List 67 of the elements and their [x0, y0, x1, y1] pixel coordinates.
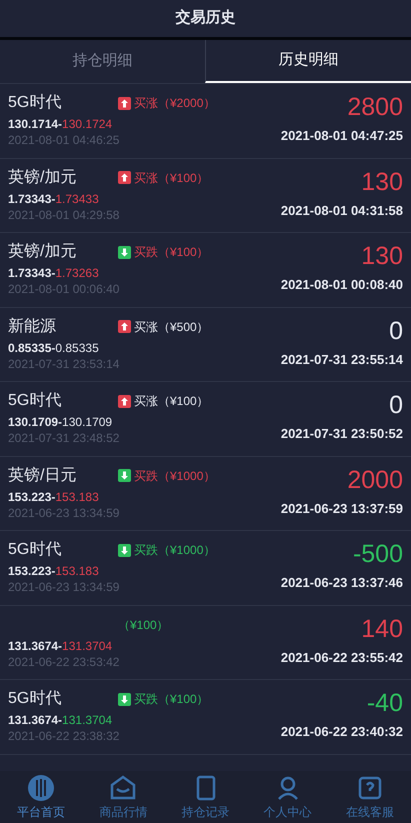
close-time: 2021-06-22 23:40:32	[280, 723, 403, 741]
profit-amount: -40	[366, 688, 403, 719]
product-name: 英镑/加元	[8, 243, 76, 260]
trade-row[interactable]: 英镑/日元 买跌（¥1000） 153.223-153.183 2021-06-23 13:34:59 2000 2021-06-23 13:37:59	[0, 456, 411, 531]
order-label: 买跌（¥1000）	[134, 542, 216, 559]
product-name: 新能源	[8, 318, 56, 334]
close-time: 2021-08-01 04:31:58	[280, 202, 403, 220]
close-time: 2021-08-01 00:08:40	[280, 276, 403, 294]
order-label: （¥100）	[118, 616, 169, 634]
profit-amount: 130	[361, 241, 403, 272]
close-time: 2021-06-23 13:37:46	[280, 574, 403, 592]
price-range: 131.3674-131.3704	[8, 712, 114, 728]
profit-amount: 2000	[347, 464, 403, 496]
open-time: 2021-06-23 13:34:59	[8, 504, 120, 520]
price-range: 131.3674-131.3704	[8, 638, 114, 654]
trade-row[interactable]: 5G时代 买跌（¥100） 131.3674-131.3704 2021-06-22 23:38:32 -40 2021-06-22 23:40:32	[0, 680, 411, 754]
profit-amount: 130	[361, 166, 403, 198]
order-label: 买跌（¥1000）	[134, 468, 216, 484]
open-time: 2021-08-01 00:06:40	[8, 281, 120, 297]
price-range: 153.223-153.183	[8, 488, 100, 504]
profit-amount: -500	[352, 539, 403, 570]
trade-row[interactable]: 新能源 买涨（¥500） 0.85335-0.85335 2021-07-31 23:53:14 0 2021-07-31 23:55:14	[0, 308, 411, 382]
trade-row[interactable]: 5G时代 买涨（¥2000） 130.1714-130.1724 2021-08-01 04:46:25 2800 2021-08-01 04:47:25	[0, 84, 411, 158]
profit-amount: 0	[389, 316, 403, 346]
price-range: 153.223-153.183	[8, 563, 100, 579]
order-label: 买涨（¥100）	[134, 393, 209, 410]
product-name: 5G时代	[8, 392, 62, 409]
close-time: 2021-06-23 13:37:59	[280, 500, 403, 518]
trade-row[interactable]: 5G时代 买跌（¥1000） 153.223-153.183 2021-06-23 13:34:59 -500 2021-06-23 13:37:46	[0, 531, 411, 606]
price-range: 130.1709-130.1709	[8, 414, 114, 430]
order-label: 买涨（¥2000）	[134, 95, 216, 112]
price-range: 130.1714-130.1724	[8, 116, 114, 132]
open-time: 2021-07-31 23:53:14	[8, 356, 120, 372]
close-time: 2021-08-01 04:47:25	[280, 127, 403, 145]
trade-row[interactable]: 英镑/加元 买涨（¥100） 1.73343-1.73433 2021-08-01 04:29:58 130 2021-08-01 04:31:58	[0, 158, 411, 233]
product-name: 5G时代	[8, 690, 62, 707]
product-name: 英镑/日元	[8, 466, 76, 484]
open-time: 2021-06-22 23:53:42	[8, 654, 120, 670]
open-time: 2021-08-01 04:29:58	[8, 206, 120, 222]
profit-amount: 0	[389, 390, 403, 421]
profit-amount: 140	[361, 614, 403, 644]
page-title: 交易历史	[176, 8, 236, 28]
price-range: 1.73343-1.73433	[8, 190, 100, 206]
trade-row[interactable]: 5G时代 买涨（¥100） 130.1709-130.1709 2021-07-31 23:48:52 0 2021-07-31 23:50:52	[0, 382, 411, 456]
tab[interactable]: 持仓明细	[0, 40, 205, 83]
open-time: 2021-08-01 04:46:25	[8, 132, 120, 148]
trade-row[interactable]: 英镑/加元 买跌（¥100） 1.73343-1.73263 2021-08-01 00:06:40 130 2021-08-01 00:08:40	[0, 233, 411, 308]
close-time: 2021-06-22 23:55:42	[280, 648, 403, 666]
tab[interactable]: 历史明细	[205, 40, 411, 83]
envelope-icon	[109, 774, 138, 802]
product-name: 5G时代	[8, 541, 62, 558]
product-name: 5G时代	[8, 94, 62, 111]
close-time: 2021-07-31 23:55:14	[280, 350, 403, 368]
open-time: 2021-07-31 23:48:52	[8, 430, 120, 446]
open-time: 2021-06-22 23:38:32	[8, 728, 120, 744]
nav-tab[interactable]: 平台首页	[0, 771, 82, 823]
order-label: 买涨（¥100）	[134, 170, 209, 186]
order-label: 买跌（¥100）	[134, 691, 209, 708]
profit-amount: 2800	[347, 92, 403, 123]
trade-row[interactable]: （¥100） 131.3674-131.3704 2021-06-22 23:53:42 140 2021-06-22 23:55:42	[0, 606, 411, 680]
price-range: 0.85335-0.85335	[8, 340, 100, 356]
open-time: 2021-06-23 13:34:59	[8, 579, 120, 595]
product-name: 英镑/加元	[8, 168, 76, 186]
order-label: 买涨（¥500）	[134, 318, 209, 336]
price-range: 1.73343-1.73263	[8, 265, 100, 281]
close-time: 2021-07-31 23:50:52	[280, 425, 403, 443]
order-label: 买跌（¥100）	[134, 244, 209, 261]
